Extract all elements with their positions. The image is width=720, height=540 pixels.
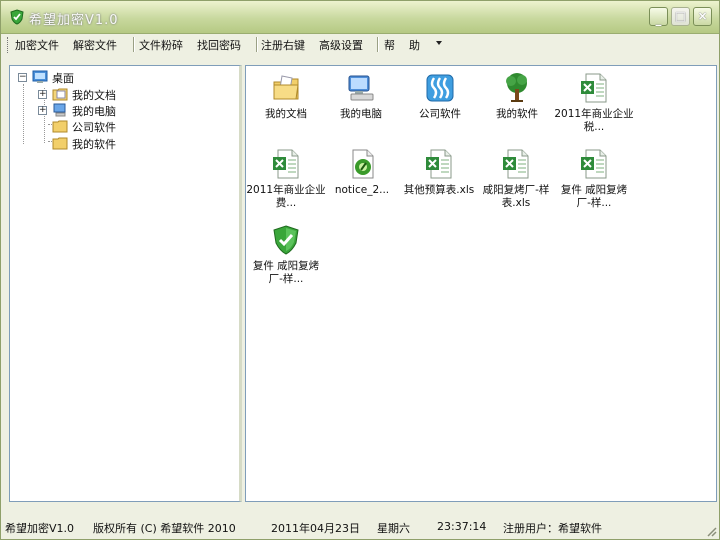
advanced-settings-button[interactable]: 高级设置: [319, 37, 363, 53]
tree-label-my-computer: 我的电脑: [72, 105, 116, 118]
status-weekday: 星期六: [377, 522, 410, 535]
tree-item-my-computer[interactable]: + 我的电脑: [38, 102, 158, 118]
tree-connector: [23, 84, 24, 144]
recover-password-button[interactable]: 找回密码: [197, 37, 241, 53]
toolbar-separator: [256, 37, 258, 52]
file-label: notice_2...: [334, 184, 390, 196]
file-label: 2011年商业企业税...: [554, 108, 634, 133]
file-list-pane[interactable]: 我的文档 我的电脑 公司软件 我的软件 2011年商业企业税... 2011年商…: [245, 65, 717, 502]
excel-file-icon: [581, 73, 607, 103]
file-label: 我的文档: [265, 108, 307, 120]
toolbar: 加密文件 解密文件 文件粉碎 找回密码 注册右键 高级设置 帮 助: [5, 35, 717, 54]
title-bar[interactable]: 希望加密V1.0 _ □ ×: [1, 1, 719, 34]
close-button[interactable]: ×: [693, 7, 712, 26]
chevron-down-icon[interactable]: [436, 41, 442, 45]
toolbar-separator: [377, 37, 379, 52]
my-documents-icon: [52, 88, 68, 101]
close-icon: ×: [697, 9, 708, 23]
tree-label-desktop: 桌面: [52, 72, 74, 85]
folder-icon: [52, 137, 68, 150]
help-button-part1[interactable]: 帮: [384, 37, 395, 53]
toolbar-separator: [133, 37, 135, 52]
desktop-icon: [32, 70, 48, 83]
decrypt-file-button[interactable]: 解密文件: [73, 37, 117, 53]
file-item-company-software[interactable]: 公司软件: [400, 72, 480, 142]
excel-file-icon: [273, 149, 299, 179]
file-item-xianyang-copy[interactable]: 复件 咸阳复烤厂-样...: [554, 148, 634, 218]
my-computer-icon: [348, 75, 374, 101]
folder-tree[interactable]: − 桌面 + 我的文档 + 我的电脑 公司软件 我的软件: [9, 65, 242, 502]
status-bar: 希望加密V1.0 版权所有 (C) 希望软件 2010 2011年04月23日 …: [1, 515, 719, 539]
status-user: 注册用户：希望软件: [503, 522, 602, 535]
file-item-xianyang-sample[interactable]: 咸阳复烤厂-样表.xls: [476, 148, 556, 218]
my-computer-icon: [53, 103, 66, 117]
file-item-xianyang-copy-encrypted[interactable]: 复件 咸阳复烤厂-样...: [246, 224, 326, 294]
minimize-button[interactable]: _: [649, 7, 668, 26]
tree-label-my-software: 我的软件: [72, 138, 116, 151]
tree-item-desktop[interactable]: − 桌面: [18, 69, 138, 85]
folder-icon: [52, 120, 68, 133]
excel-file-icon: [503, 149, 529, 179]
app-shield-icon: [10, 9, 24, 25]
register-context-menu-button[interactable]: 注册右键: [261, 37, 305, 53]
maximize-button[interactable]: □: [671, 7, 690, 26]
excel-file-icon: [581, 149, 607, 179]
shield-file-icon: [273, 225, 299, 255]
file-item-notice[interactable]: notice_2...: [322, 148, 402, 218]
file-item-my-computer[interactable]: 我的电脑: [321, 72, 401, 142]
status-copyright: 版权所有 (C) 希望软件 2010: [93, 522, 236, 535]
file-item-my-documents[interactable]: 我的文档: [246, 72, 326, 142]
media-file-icon: [352, 149, 374, 179]
app-window: 希望加密V1.0 _ □ × 加密文件 解密文件 文件粉碎 找回密码 注册右键 …: [0, 0, 720, 540]
tree-item-company-software[interactable]: 公司软件: [52, 118, 172, 134]
file-label: 我的软件: [496, 108, 538, 120]
folder-company-icon: [426, 74, 454, 102]
excel-file-icon: [426, 149, 452, 179]
window-title: 希望加密V1.0: [29, 13, 119, 28]
expand-icon[interactable]: +: [38, 90, 47, 99]
file-label: 复件 咸阳复烤厂-样...: [560, 184, 628, 209]
shred-file-button[interactable]: 文件粉碎: [139, 37, 183, 53]
collapse-icon[interactable]: −: [18, 73, 27, 82]
status-time: 23:37:14: [437, 520, 487, 533]
toolbar-grip[interactable]: [7, 37, 11, 53]
tree-item-my-documents[interactable]: + 我的文档: [38, 86, 158, 102]
file-item-other-budget[interactable]: 其他预算表.xls: [399, 148, 479, 218]
file-label: 2011年商业企业费...: [246, 184, 326, 209]
file-item-excel-fee[interactable]: 2011年商业企业费...: [246, 148, 326, 218]
file-label: 公司软件: [419, 108, 461, 120]
encrypt-file-button[interactable]: 加密文件: [15, 37, 59, 53]
maximize-icon: □: [674, 9, 687, 23]
tree-folder-icon: [506, 73, 527, 102]
file-label: 我的电脑: [340, 108, 382, 120]
status-date: 2011年04月23日: [271, 522, 360, 535]
tree-label-company-software: 公司软件: [72, 121, 116, 134]
status-app-name: 希望加密V1.0: [5, 522, 75, 535]
help-button-part2[interactable]: 助: [409, 37, 420, 53]
file-label: 其他预算表.xls: [403, 184, 475, 196]
resize-grip-icon[interactable]: [705, 525, 717, 537]
file-label: 咸阳复烤厂-样表.xls: [482, 184, 550, 209]
tree-item-my-software[interactable]: 我的软件: [52, 135, 172, 151]
expand-icon[interactable]: +: [38, 106, 47, 115]
file-item-my-software[interactable]: 我的软件: [477, 72, 557, 142]
file-label: 复件 咸阳复烤厂-样...: [252, 260, 320, 285]
file-item-excel-tax[interactable]: 2011年商业企业税...: [554, 72, 634, 142]
my-documents-icon: [273, 75, 299, 100]
minimize-icon: _: [655, 12, 662, 26]
tree-label-my-documents: 我的文档: [72, 89, 116, 102]
